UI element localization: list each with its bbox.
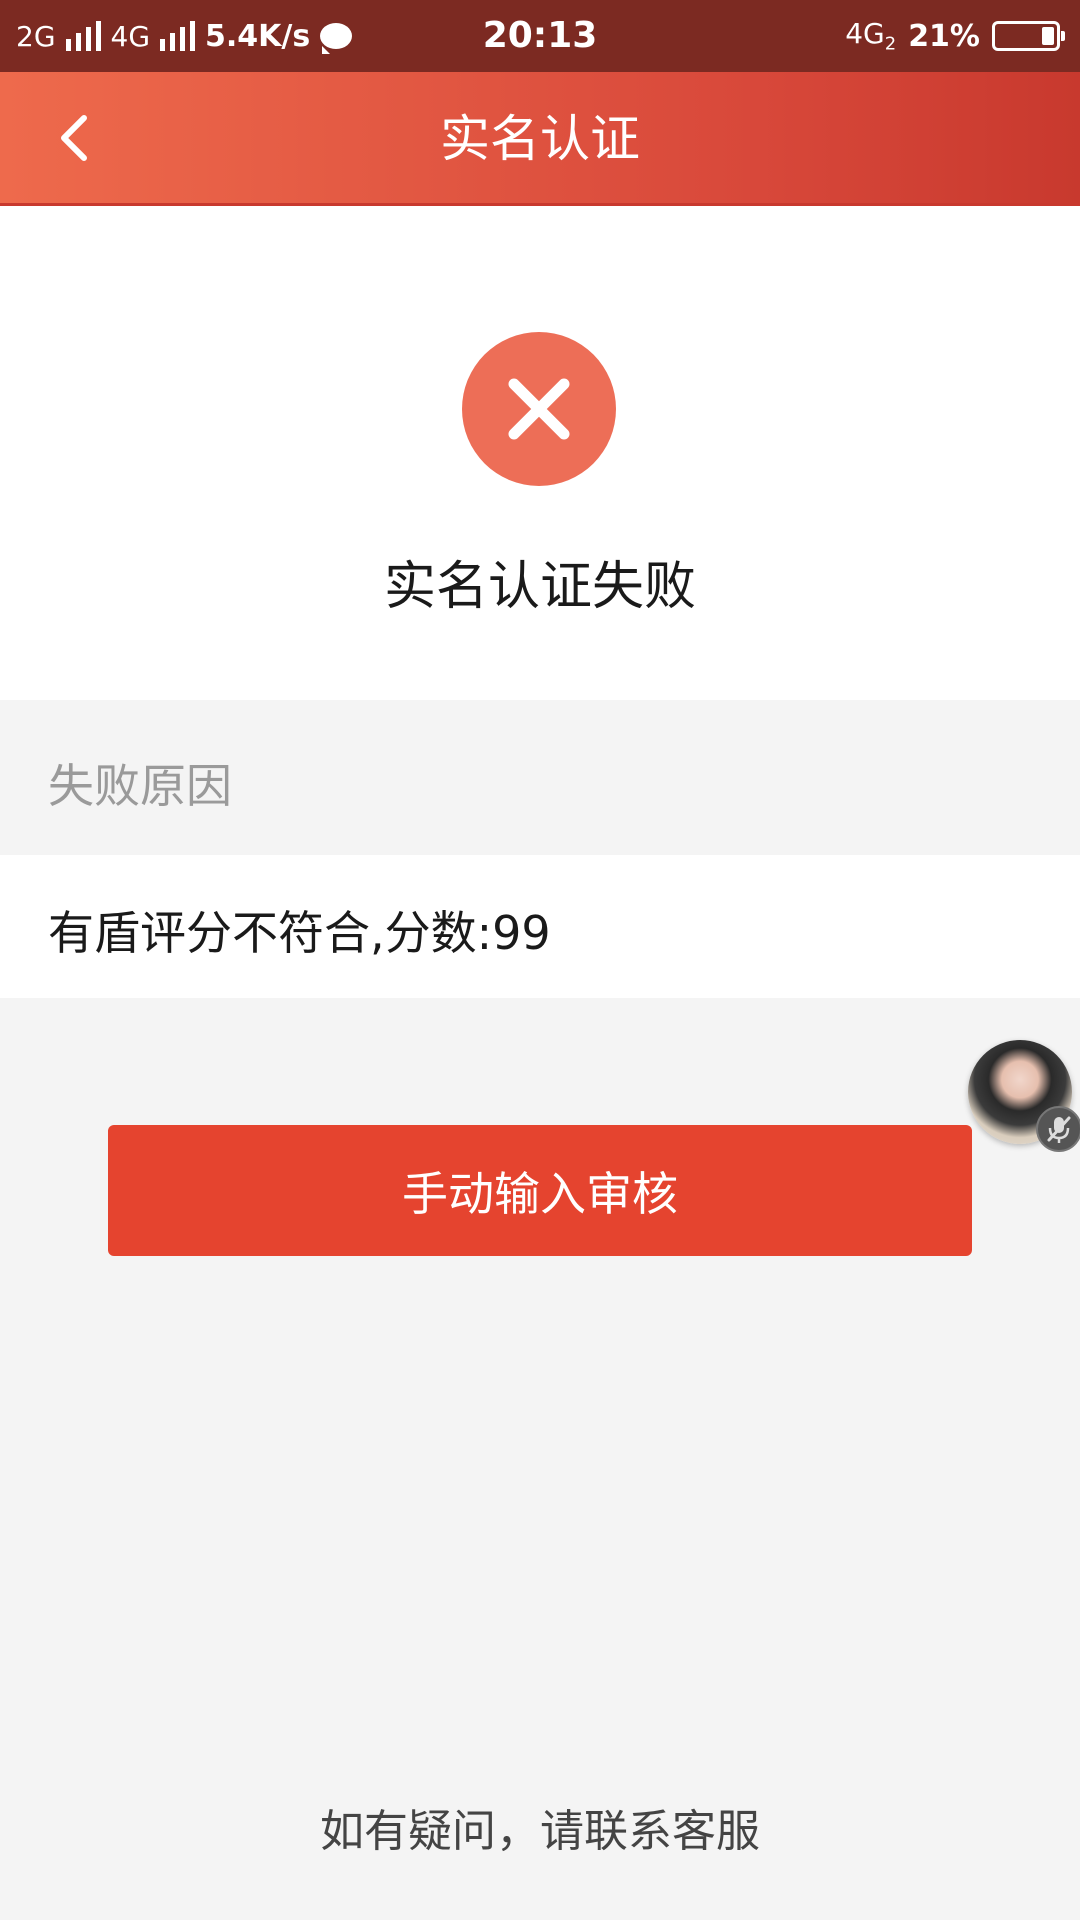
manual-review-button[interactable]: 手动输入审核: [108, 1125, 972, 1256]
data-network-sub: 2: [884, 33, 897, 55]
battery-icon: [992, 21, 1065, 51]
battery-percent: 21%: [908, 18, 980, 54]
result-section: 实名认证失败: [0, 206, 1080, 700]
reason-section-header: 失败原因: [0, 700, 1080, 855]
status-right: 4G2 21%: [845, 0, 1065, 72]
fail-status-icon: [462, 332, 616, 486]
contact-support-link[interactable]: 如有疑问，请联系客服: [0, 1795, 1080, 1859]
back-button[interactable]: [40, 102, 110, 172]
data-network-label: 4G: [845, 17, 885, 51]
reason-text: 有盾评分不符合,分数:99: [48, 906, 551, 960]
page-title: 实名认证: [440, 110, 640, 168]
mic-off-icon: [1047, 1116, 1071, 1143]
result-title: 实名认证失败: [383, 557, 696, 617]
data-network-indicator: 4G2: [845, 17, 896, 55]
reason-box: 有盾评分不符合,分数:99: [0, 855, 1080, 998]
status-bar: 2G 4G 5.4K/s 20:13 4G2 21%: [0, 0, 1080, 72]
mic-muted-badge[interactable]: [1036, 1106, 1080, 1152]
close-icon: [508, 378, 570, 440]
app-header: 实名认证: [0, 72, 1080, 206]
reason-label: 失败原因: [48, 759, 232, 813]
battery-level: [1042, 27, 1054, 45]
chevron-left-icon: [61, 115, 87, 161]
